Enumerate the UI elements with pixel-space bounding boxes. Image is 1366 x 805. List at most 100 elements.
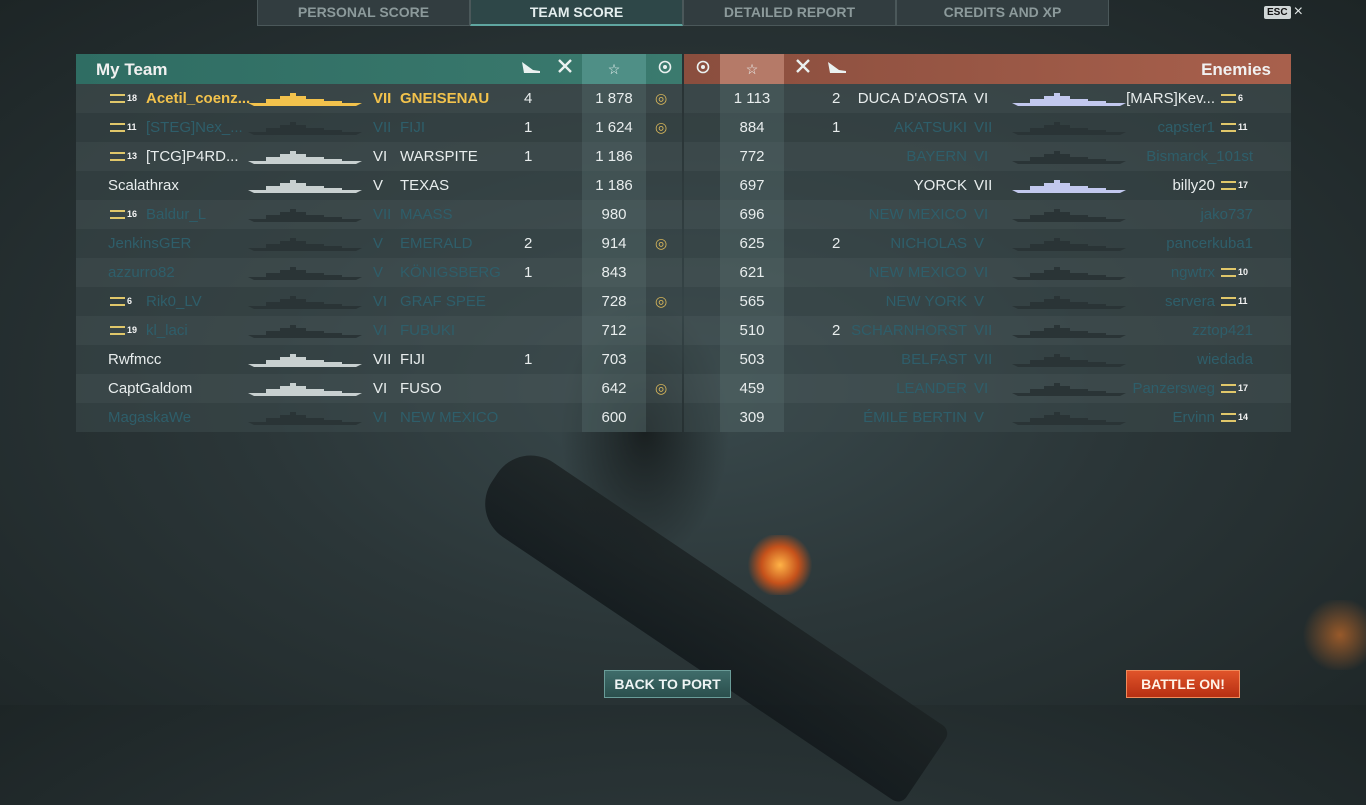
player-name[interactable]: capster1 — [1157, 113, 1215, 142]
my-team-row[interactable]: 16 Baldur_L VII MAASS 980 — [76, 200, 682, 229]
kills-count: 1 — [524, 148, 533, 165]
player-name[interactable]: wiedada — [1197, 345, 1253, 374]
ship-tier: VI — [373, 148, 388, 165]
my-team-row[interactable]: Scalathrax V TEXAS 1 186 — [76, 171, 682, 200]
rank-chevron-icon — [110, 210, 125, 219]
enemy-row[interactable]: 565 NEW YORK Vservera 11 — [684, 287, 1291, 316]
player-name[interactable]: billy20 — [1172, 171, 1215, 200]
rank-chevron-icon — [1221, 181, 1236, 190]
player-name[interactable]: kl_laci — [146, 316, 188, 345]
my-team-row[interactable]: JenkinsGER V EMERALD 2 914 ◎ — [76, 229, 682, 258]
my-team-row[interactable]: CaptGaldom VI FUSO 642 ◎ — [76, 374, 682, 403]
tab-credits-xp[interactable]: CREDITS AND XP — [896, 0, 1109, 26]
player-name[interactable]: ngwtrx — [1171, 258, 1215, 287]
table-row[interactable]: 13 [TCG]P4RD... VI WARSPITE 1 1 186 772 BAYERN V… — [76, 142, 1291, 171]
enemy-row[interactable]: 503 BELFAST VII wiedada — [684, 345, 1291, 374]
player-name[interactable]: jako737 — [1200, 200, 1253, 229]
table-row[interactable]: 19 kl_laci VI FUBUKI 712 510 2 SCHARNHORST VII zz… — [76, 316, 1291, 345]
ship-silhouette-icon — [1010, 410, 1128, 426]
my-team-row[interactable]: 11 [STEG]Nex_... VII FIJI 1 1 624 ◎ — [76, 113, 682, 142]
player-name[interactable]: Rik0_LV — [146, 287, 202, 316]
my-team-row[interactable]: azzurro82 V KÖNIGSBERG 1 843 — [76, 258, 682, 287]
table-row[interactable]: 6 Rik0_LV VI GRAF SPEE 728 ◎ 565 NEW YORK Vserve… — [76, 287, 1291, 316]
base-xp: 1 186 — [595, 177, 633, 194]
player-name[interactable]: JenkinsGER — [108, 229, 191, 258]
table-row[interactable]: Scalathrax V TEXAS 1 186 697 YORCK VII billy20 1… — [76, 171, 1291, 200]
base-xp: 642 — [601, 380, 627, 397]
my-team-row[interactable]: Rwfmcc VII FIJI 1 703 — [76, 345, 682, 374]
enemy-row[interactable]: 1 113 2 DUCA D'AOSTA VI [MARS]Kev... 6 — [684, 84, 1291, 113]
esc-close[interactable]: ESC × — [1264, 4, 1303, 20]
ship-silhouette-icon — [1010, 236, 1128, 252]
player-name[interactable]: pancerkuba1 — [1166, 229, 1253, 258]
tab-team-score[interactable]: TEAM SCORE — [470, 0, 683, 26]
enemy-row[interactable]: 309 ÉMILE BERTIN V Ervinn 14 — [684, 403, 1291, 432]
my-team-row[interactable]: 6 Rik0_LV VI GRAF SPEE 728 ◎ — [76, 287, 682, 316]
table-row[interactable]: 16 Baldur_L VII MAASS 980 696 NEW MEXICO VI jako… — [76, 200, 1291, 229]
player-name[interactable]: Baldur_L — [146, 200, 206, 229]
table-row[interactable]: MagaskaWe VI NEW MEXICO 600 309 ÉMILE BERTIN V… — [76, 403, 1291, 432]
my-team-row[interactable]: 19 kl_laci VI FUBUKI 712 — [76, 316, 682, 345]
ship-tier: VII — [974, 351, 993, 368]
enemy-row[interactable]: 625 2 NICHOLAS Vpancerkuba1 — [684, 229, 1291, 258]
base-xp: 980 — [601, 206, 627, 223]
enemy-row[interactable]: 459 LEANDER VI Panzersweg 17 — [684, 374, 1291, 403]
rank-chevron-icon — [1221, 413, 1236, 422]
my-team-row[interactable]: MagaskaWe VI NEW MEXICO 600 — [76, 403, 682, 432]
close-icon[interactable]: × — [1294, 4, 1303, 20]
rank-chevron-icon — [1221, 297, 1236, 306]
table-row[interactable]: 18 Acetil_coenz... VII GNEISENAU 4 1 878 ◎ 1 11… — [76, 84, 1291, 113]
ship-silhouette-icon — [246, 352, 364, 368]
player-name[interactable]: Rwfmcc — [108, 345, 161, 374]
rank-number: 6 — [1238, 93, 1244, 103]
player-name[interactable]: [TCG]P4RD... — [146, 142, 239, 171]
ship-silhouette-icon — [246, 294, 364, 310]
crossed-swords-icon — [548, 54, 582, 84]
player-name[interactable]: [STEG]Nex_... — [146, 113, 243, 142]
player-name[interactable]: Ervinn — [1172, 403, 1215, 432]
player-name[interactable]: azzurro82 — [108, 258, 175, 287]
enemy-row[interactable]: 884 1 AKATSUKI VII capster1 11 — [684, 113, 1291, 142]
player-name[interactable]: servera — [1165, 287, 1215, 316]
table-row[interactable]: 11 [STEG]Nex_... VII FIJI 1 1 624 ◎ 884 1 AKATSUK… — [76, 113, 1291, 142]
service-rank: 6 — [110, 287, 132, 316]
enemy-row[interactable]: 772 BAYERN VI Bismarck_101st — [684, 142, 1291, 171]
esc-key[interactable]: ESC — [1264, 5, 1291, 19]
player-name[interactable]: CaptGaldom — [108, 374, 192, 403]
my-team-title: My Team — [96, 60, 168, 79]
player-name[interactable]: Acetil_coenz... — [146, 84, 250, 113]
base-xp: 621 — [739, 264, 765, 281]
battle-on-button[interactable]: BATTLE ON! — [1126, 670, 1240, 698]
enemy-row[interactable]: 510 2 SCHARNHORST VII zztop421 — [684, 316, 1291, 345]
player-name[interactable]: Bismarck_101st — [1146, 142, 1253, 171]
back-to-port-button[interactable]: BACK TO PORT — [604, 670, 731, 698]
ship-name: GRAF SPEE — [400, 293, 486, 310]
ship-name: LEANDER — [896, 380, 967, 397]
tab-detailed-report[interactable]: DETAILED REPORT — [683, 0, 896, 26]
player-name[interactable]: Panzersweg — [1132, 374, 1215, 403]
enemy-row[interactable]: 697 YORCK VII billy20 17 — [684, 171, 1291, 200]
rank-number: 10 — [1238, 267, 1249, 277]
rank-chevron-icon — [110, 152, 125, 161]
enemy-row[interactable]: 696 NEW MEXICO VI jako737 — [684, 200, 1291, 229]
player-name[interactable]: zztop421 — [1192, 316, 1253, 345]
base-xp: 696 — [739, 206, 765, 223]
player-name[interactable]: Scalathrax — [108, 171, 179, 200]
ship-tier: V — [373, 235, 384, 252]
tab-personal-score[interactable]: PERSONAL SCORE — [257, 0, 470, 26]
service-rank: 17 — [1221, 374, 1248, 403]
ship-name: WARSPITE — [400, 148, 478, 165]
enemy-row[interactable]: 621 NEW MEXICO VI ngwtrx 10 — [684, 258, 1291, 287]
base-xp: 697 — [739, 177, 765, 194]
table-row[interactable]: Rwfmcc VII FIJI 1 703 503 BELFAST VII wiedada — [76, 345, 1291, 374]
table-row[interactable]: azzurro82 V KÖNIGSBERG 1 843 621 NEW MEXICO VI n… — [76, 258, 1291, 287]
service-rank: 18 — [110, 84, 137, 113]
player-name[interactable]: MagaskaWe — [108, 403, 191, 432]
table-row[interactable]: CaptGaldom VI FUSO 642 ◎ 459 LEANDER VI Panzersw… — [76, 374, 1291, 403]
table-row[interactable]: JenkinsGER V EMERALD 2 914 ◎ 625 2 NICHOLAS Vpanc… — [76, 229, 1291, 258]
my-team-row[interactable]: 18 Acetil_coenz... VII GNEISENAU 4 1 878 ◎ — [76, 84, 682, 113]
player-name[interactable]: [MARS]Kev... — [1126, 84, 1215, 113]
my-team-row[interactable]: 13 [TCG]P4RD... VI WARSPITE 1 1 186 — [76, 142, 682, 171]
ship-silhouette-icon — [246, 91, 364, 107]
base-xp: 625 — [739, 235, 765, 252]
